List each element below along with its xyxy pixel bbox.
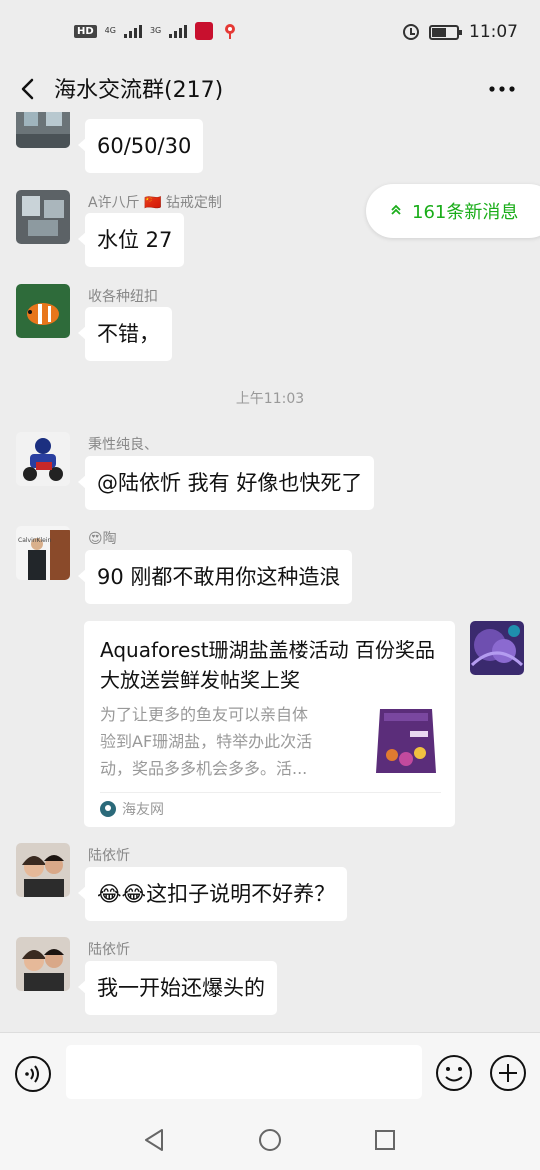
message-bubble[interactable]: 我一开始还爆头的 bbox=[78, 961, 277, 1015]
my-avatar[interactable] bbox=[470, 621, 524, 675]
avatar[interactable] bbox=[16, 937, 70, 991]
app-notification-icon bbox=[195, 22, 214, 40]
voice-input-icon[interactable] bbox=[14, 1055, 52, 1093]
nav-home-icon[interactable] bbox=[257, 1127, 283, 1153]
sender-name: 陆依忻 bbox=[88, 942, 130, 958]
more-options-icon[interactable] bbox=[488, 80, 516, 98]
avatar[interactable] bbox=[16, 432, 70, 486]
new-messages-button[interactable]: 161条新消息 bbox=[366, 184, 540, 238]
sender-name: A许八斤 🇨🇳 钻戒定制 bbox=[88, 195, 222, 211]
system-nav-bar bbox=[0, 1112, 540, 1170]
message-list[interactable]: 60/50/30 A许八斤 🇨🇳 钻戒定制 水位 27 161条新消息 收各种纽… bbox=[0, 112, 540, 1032]
link-card[interactable]: Aquaforest珊湖盐盖楼活动 百份奖品大放送尝鲜发帖奖上奖 为了让更多的鱼… bbox=[84, 621, 455, 827]
sender-name: 陆依忻 bbox=[88, 848, 130, 864]
message-bubble[interactable]: 90 刚都不敢用你这种造浪 bbox=[77, 550, 353, 604]
svg-text:CalvinKlein: CalvinKlein bbox=[18, 537, 52, 544]
input-bar bbox=[0, 1032, 540, 1112]
avatar[interactable] bbox=[16, 843, 70, 897]
back-arrow-icon[interactable] bbox=[14, 74, 44, 104]
emoji-icon[interactable] bbox=[434, 1053, 474, 1093]
avatar[interactable]: CalvinKlein bbox=[16, 526, 70, 580]
double-chevron-up-icon bbox=[390, 204, 402, 218]
divider bbox=[100, 792, 441, 793]
nav-back-icon[interactable] bbox=[142, 1127, 168, 1153]
sender-name: 😍陶 bbox=[88, 531, 117, 547]
network-type-1: 4G bbox=[104, 26, 116, 35]
source-logo-icon bbox=[100, 801, 116, 817]
message-bubble[interactable]: 😂😂这扣子说明不好养？ bbox=[77, 867, 348, 921]
new-messages-label: 161条新消息 bbox=[412, 202, 519, 223]
sender-name: 秉性纯良、 bbox=[88, 437, 158, 453]
link-card-description: 为了让更多的鱼友可以亲自体 验到AF珊湖盐，特举办此次活 动，奖品多多机会多多。… bbox=[100, 705, 313, 778]
plus-icon[interactable] bbox=[488, 1053, 528, 1093]
message-bubble[interactable]: 60/50/30 bbox=[77, 119, 204, 173]
battery-icon bbox=[429, 24, 462, 40]
signal-icon bbox=[123, 24, 142, 38]
signal-icon bbox=[169, 24, 188, 38]
hd-indicator: HD bbox=[74, 24, 97, 38]
sender-name: 收各种纽扣 bbox=[88, 289, 158, 305]
message-input[interactable] bbox=[66, 1045, 422, 1099]
map-pin-icon bbox=[221, 22, 239, 40]
avatar[interactable] bbox=[16, 190, 70, 244]
status-bar: HD 4G 3G 11:07 bbox=[0, 0, 540, 66]
link-card-source: 海友网 bbox=[122, 802, 164, 818]
link-card-thumbnail bbox=[370, 703, 442, 779]
link-card-title: Aquaforest珊湖盐盖楼活动 百份奖品大放送尝鲜发帖奖上奖 bbox=[100, 638, 435, 692]
message-timestamp: 上午11:03 bbox=[235, 391, 305, 407]
message-bubble[interactable]: 不错， bbox=[78, 307, 172, 361]
nav-recent-apps-icon[interactable] bbox=[372, 1127, 398, 1153]
network-type-2: 3G bbox=[149, 26, 162, 35]
message-bubble[interactable]: @陆依忻 我有 好像也快死了 bbox=[77, 456, 375, 510]
clock: 11:07 bbox=[469, 22, 518, 42]
avatar[interactable] bbox=[16, 284, 70, 338]
message-bubble[interactable]: 水位 27 bbox=[77, 213, 185, 267]
chat-title: 海水交流群(217) bbox=[54, 78, 224, 103]
chat-header: 海水交流群(217) bbox=[0, 66, 540, 112]
avatar[interactable] bbox=[16, 112, 70, 148]
alarm-icon bbox=[403, 24, 419, 40]
